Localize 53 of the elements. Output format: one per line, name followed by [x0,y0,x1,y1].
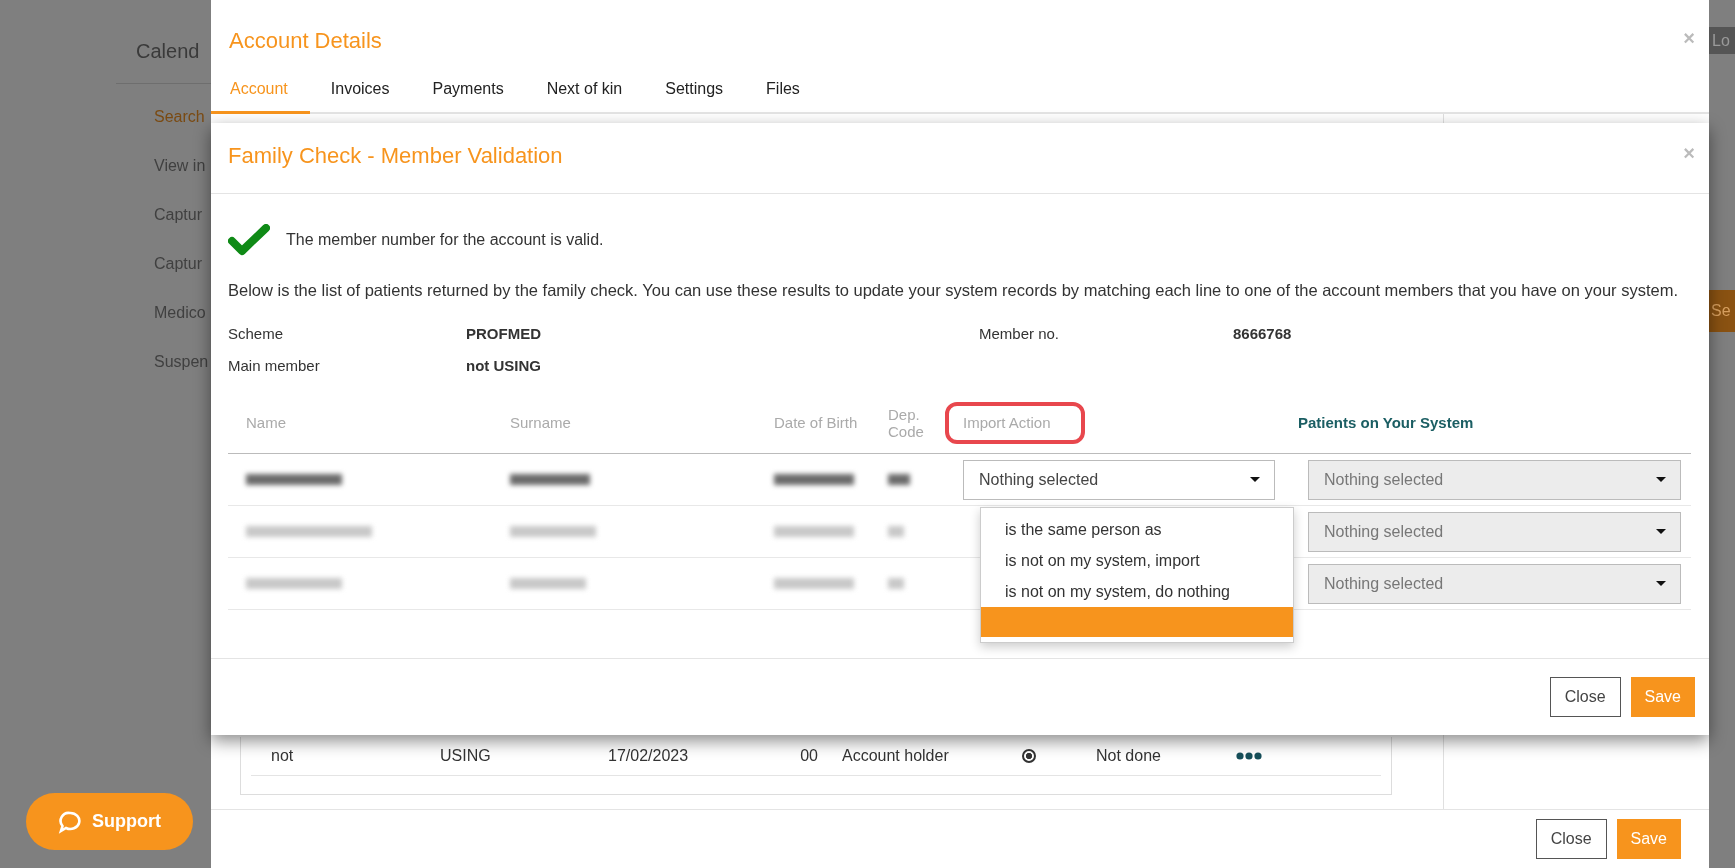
table-cell-text: 00 [799,747,819,765]
tab[interactable]: Next of kin [527,80,645,112]
support-button[interactable]: Support [26,793,193,850]
patient-select[interactable]: Nothing selected [1308,563,1681,604]
table-cell-text: Account holder [842,747,950,765]
nav-title: Calend [135,40,200,63]
tab[interactable]: Invoices [311,80,412,112]
chat-bubble-icon [58,809,82,834]
column-header: Surname [510,414,571,431]
table-cell-text: Not done [1096,747,1162,765]
more-icon[interactable] [1236,752,1262,760]
dropdown-option[interactable]: is not on my system, import [981,545,1293,576]
column-header: Name [246,414,286,431]
field-label: Scheme [228,324,285,342]
validation-message: The member number for the account is valid. [286,231,604,249]
tab[interactable]: Settings [646,80,746,112]
field-label: Main member [228,356,321,374]
field-label: Member no. [979,324,1061,342]
field-value: 8666768 [1233,324,1293,342]
column-header: Import Action [945,402,1085,444]
column-header: Date of Birth [774,414,858,431]
caret-icon [1656,477,1666,482]
field-value: not USING [466,356,542,374]
search-button[interactable]: Se [1709,290,1735,332]
column-header: Patients on Your System [1298,414,1474,431]
table-cell-text: USING [440,747,492,765]
field-value: PROFMED [466,324,542,342]
tab[interactable]: Files [747,80,822,112]
radio-button[interactable] [1022,749,1036,763]
patient-select[interactable]: Nothing selected [1308,459,1681,500]
save-button[interactable]: Save [1616,819,1681,859]
caret-icon [1656,581,1666,586]
close-icon[interactable]: × [1683,143,1695,193]
close-button[interactable]: Close [1535,819,1607,859]
save-button[interactable]: Save [1630,677,1695,717]
dropdown-option[interactable]: is not on my system, do nothing [981,576,1293,607]
checkmark-icon [228,224,270,256]
column-header: Dep. Code [888,405,924,440]
table-cell-text: 17/02/2023 [608,747,690,765]
login-button[interactable]: Lo [1709,27,1735,54]
dropdown-option[interactable]: is the same person as [981,514,1293,545]
dialog-title: Family Check - Member Validation [228,143,563,170]
dialog-title: Account Details [229,28,382,54]
intro-text: Below is the list of patients returned by the family check. You can use these results to update your system records by matching each line to one of the account members that you have on your system. [228,280,1680,301]
close-button[interactable]: Close [1549,677,1621,717]
tab[interactable]: Payments [413,80,526,112]
close-icon[interactable]: × [1683,28,1695,54]
tab[interactable]: Account [211,80,310,114]
caret-icon [1250,477,1260,482]
patient-select[interactable]: Nothing selected [1308,511,1681,552]
table-cell-text: not [270,747,295,765]
caret-icon [1656,529,1666,534]
import-action-select[interactable]: Nothing selected [963,459,1275,500]
